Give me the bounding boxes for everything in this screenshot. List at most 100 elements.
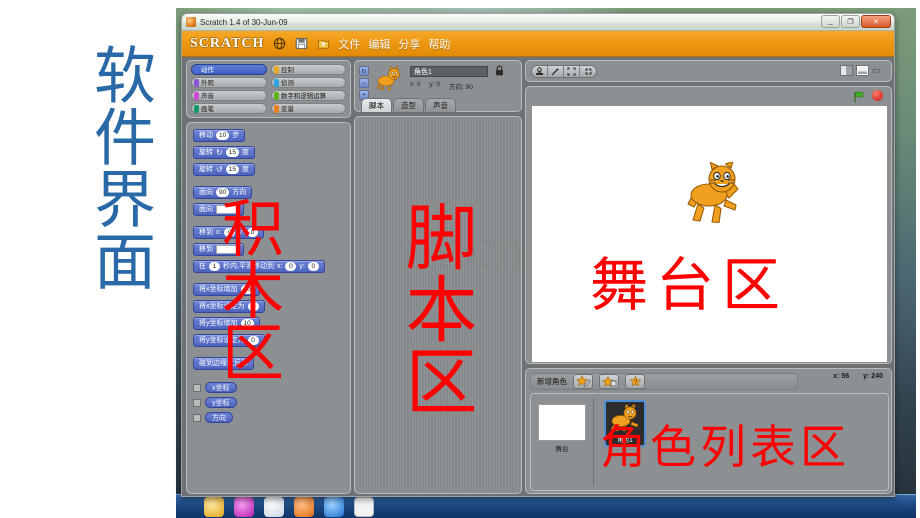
green-flag-icon[interactable] (853, 90, 865, 103)
sprite-list[interactable]: 舞台 角色1 (530, 393, 889, 491)
reporter-checkbox-direction[interactable] (193, 413, 201, 422)
small-stage-view-button[interactable] (840, 65, 853, 76)
menu-item-edit[interactable]: 编辑 (368, 36, 390, 52)
block-set-x-to[interactable]: 将x坐标设定为 0 (193, 300, 265, 313)
block-number-input[interactable]: 0 (285, 262, 297, 271)
tab-sounds[interactable]: 声音 (425, 98, 456, 112)
taskbar-icon-orange[interactable] (294, 496, 314, 517)
paint-new-sprite-button[interactable] (573, 374, 593, 389)
menu-item-help[interactable]: 帮助 (428, 36, 450, 52)
stage-canvas[interactable] (532, 106, 887, 362)
magic-wand-icon[interactable] (548, 65, 564, 77)
block-change-x-by[interactable]: 将x坐标增加 10 (193, 283, 260, 296)
surprise-sprite-button[interactable]: ? (625, 374, 645, 389)
stop-button-icon[interactable] (872, 90, 883, 101)
block-turn-cw[interactable]: 旋转 ↻ 15 度 (193, 146, 255, 159)
tab-scripts[interactable]: 脚本 (361, 98, 392, 112)
reporter-row-y[interactable]: y坐标 (193, 397, 350, 408)
block-number-input[interactable]: 0 (224, 228, 236, 237)
save-icon[interactable] (294, 37, 308, 51)
block-go-to-xy[interactable]: 移到 x: 0 y: 0 (193, 226, 264, 239)
tab-costumes[interactable]: 造型 (393, 98, 424, 112)
stage-toolbar[interactable]: ▭ (525, 60, 892, 82)
taskbar-icon-blue[interactable] (324, 496, 344, 517)
window-controls[interactable]: _ ❐ ✕ (821, 15, 891, 28)
reporter-row-x[interactable]: x坐标 (193, 382, 350, 393)
import-sprite-button[interactable] (599, 374, 619, 389)
block-glide-to-xy[interactable]: 在 1 秒内,平滑移动到 x: 0 y: 0 (193, 260, 325, 273)
rotate-flip-icon[interactable]: ↔ (359, 78, 369, 88)
block-point-towards[interactable]: 面向 (193, 203, 244, 216)
category-variables[interactable]: 变量 (270, 103, 346, 114)
scratch-cat-sprite[interactable] (682, 160, 748, 234)
presentation-mode-button[interactable]: ▭ (872, 65, 885, 76)
rotate-free-icon[interactable]: ↻ (359, 66, 369, 76)
block-move-steps[interactable]: 移动 10 步 (193, 129, 246, 142)
block-number-input[interactable]: 0 (246, 228, 258, 237)
open-project-icon[interactable] (316, 37, 330, 51)
taskbar-icon-magenta[interactable] (234, 496, 254, 517)
sprite-list-item[interactable]: 角色1 (604, 400, 646, 447)
block-set-y-to[interactable]: 将y坐标设定为 0 (193, 334, 265, 347)
category-looks[interactable]: 外观 (191, 77, 267, 88)
menu-item-file[interactable]: 文件 (338, 36, 360, 52)
block-number-input[interactable]: 0 (307, 262, 319, 271)
maximize-button[interactable]: ❐ (841, 15, 860, 28)
reporter-row-direction[interactable]: 方向 (193, 412, 350, 423)
menubar[interactable]: SCRATCH 文件 编辑 分享 帮助 (182, 31, 894, 57)
category-pen[interactable]: 画笔 (191, 103, 267, 114)
globe-icon[interactable] (272, 37, 286, 51)
block-number-input[interactable]: 15 (225, 165, 239, 174)
stage-view-mode-buttons[interactable]: ▭ (840, 65, 885, 76)
close-button[interactable]: ✕ (861, 15, 891, 28)
category-sound[interactable]: 声音 (191, 90, 267, 101)
window-titlebar[interactable]: Scratch 1.4 of 30-Jun-09 _ ❐ ✕ (182, 14, 894, 31)
block-turn-ccw[interactable]: 旋转 ↺ 15 度 (193, 163, 255, 176)
block-point-in-direction[interactable]: 面向 90 方向 (193, 186, 253, 199)
reporter-checkbox-y[interactable] (193, 398, 201, 407)
scripts-canvas[interactable] (354, 116, 522, 494)
reporter-y-position[interactable]: y坐标 (205, 397, 237, 408)
block-number-input[interactable]: 15 (225, 148, 239, 157)
category-motion[interactable]: 动作 (191, 64, 267, 75)
category-sensing[interactable]: 侦测 (270, 77, 346, 88)
shrink-icon[interactable] (580, 65, 596, 77)
block-if-on-edge-bounce[interactable]: 碰到边缘就反弹 (193, 357, 254, 370)
block-number-input[interactable]: 0 (247, 302, 259, 311)
category-control[interactable]: 控制 (270, 64, 346, 75)
block-number-input[interactable]: 10 (240, 285, 254, 294)
block-number-input[interactable]: 10 (240, 319, 254, 328)
block-dropdown-input[interactable] (216, 205, 238, 214)
taskbar-icon-yellow[interactable] (204, 496, 224, 517)
minimize-button[interactable]: _ (821, 15, 840, 28)
stage-tool-group[interactable] (531, 64, 597, 78)
grow-icon[interactable] (564, 65, 580, 77)
menu-item-share[interactable]: 分享 (398, 36, 420, 52)
new-sprite-toolbar[interactable]: 新增角色 ? (530, 373, 798, 390)
reporter-checkbox-x[interactable] (193, 383, 201, 392)
block-number-input[interactable]: 1 (209, 262, 220, 271)
block-dropdown-input[interactable] (216, 245, 238, 254)
block-number-input[interactable]: 90 (216, 188, 230, 197)
sprite-name-field[interactable]: 角色1 (410, 66, 488, 77)
taskbar-icon-white[interactable] (264, 496, 284, 517)
os-taskbar[interactable] (176, 494, 916, 518)
category-operators[interactable]: 数字和逻辑运算 (270, 90, 346, 101)
category-selector[interactable]: 动作 控制 外观 侦测 声音 数字和逻辑运算 画笔 变量 (186, 60, 351, 118)
block-change-y-by[interactable]: 将y坐标增加 10 (193, 317, 260, 330)
block-number-input[interactable]: 0 (247, 336, 259, 345)
stage-run-controls[interactable] (853, 90, 883, 103)
rotation-style-buttons[interactable]: ↻ ↔ ▪ (359, 66, 369, 100)
stage-list-item[interactable]: 舞台 (531, 394, 593, 490)
normal-stage-view-button[interactable] (856, 65, 869, 76)
taskbar-icon-scratch[interactable] (354, 496, 374, 517)
reporter-direction[interactable]: 方向 (205, 412, 233, 423)
lock-icon[interactable] (495, 65, 504, 79)
block-number-input[interactable]: 10 (216, 131, 230, 140)
reporter-x-position[interactable]: x坐标 (205, 382, 237, 393)
sprite-info-panel: ↻ ↔ ▪ 角色1 x: 0 y: 0 方向: 90 脚本 造型 声音 (354, 60, 522, 112)
block-go-to-target[interactable]: 移到 (193, 243, 244, 256)
editor-tabs[interactable]: 脚本 造型 声音 (361, 98, 456, 112)
stamp-icon[interactable] (532, 65, 548, 77)
blocks-list[interactable]: 移动 10 步 旋转 ↻ 15 度 旋转 ↺ 15 度 面向 90 方向 面向 … (186, 122, 351, 494)
